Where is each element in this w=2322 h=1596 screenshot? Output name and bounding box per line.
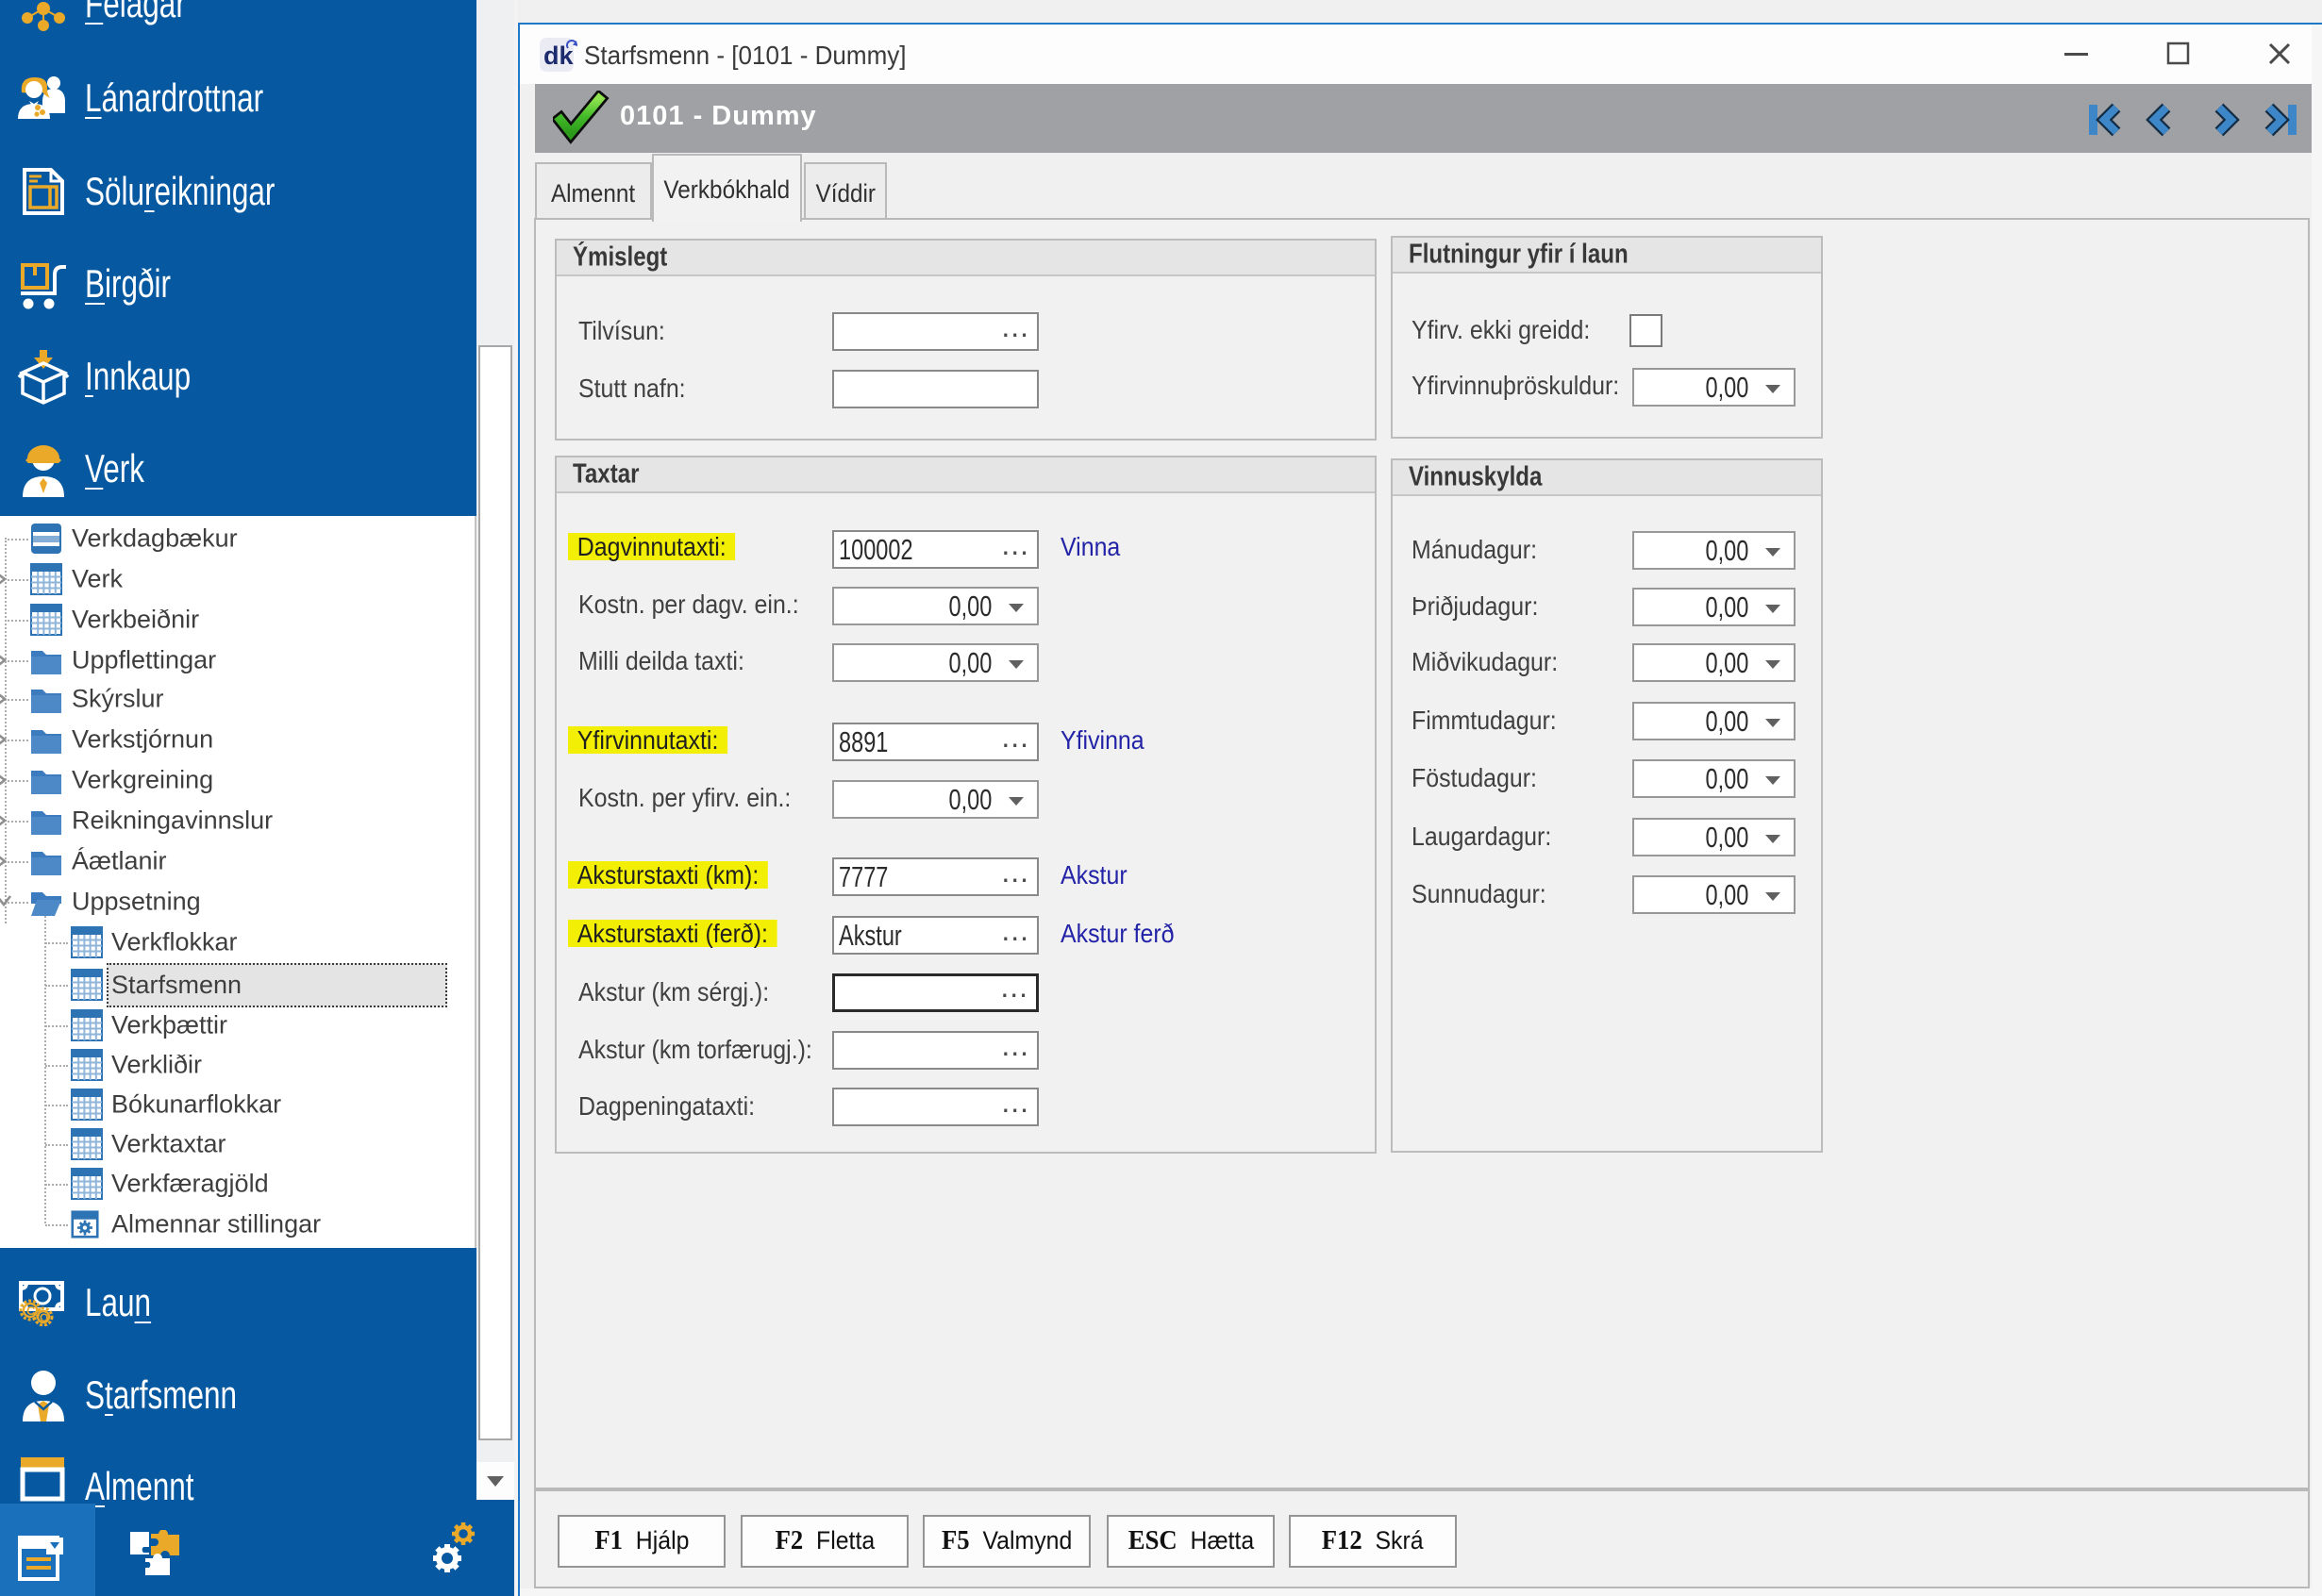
svg-text:C: C — [26, 1304, 36, 1318]
svg-text:O: O — [40, 1311, 48, 1324]
